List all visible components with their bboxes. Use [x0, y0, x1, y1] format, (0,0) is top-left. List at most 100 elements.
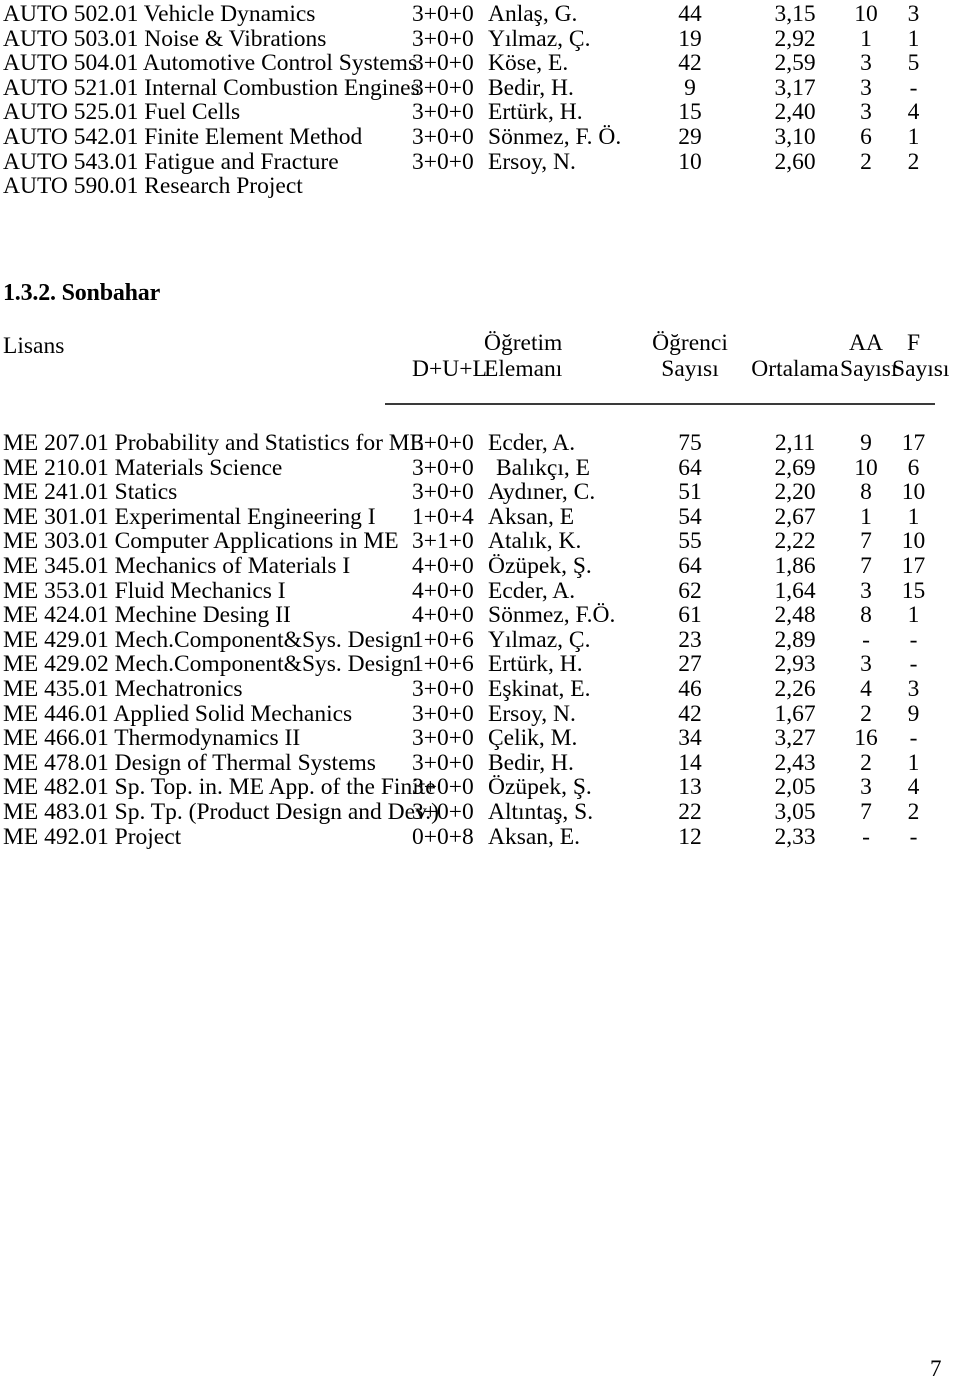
undergraduate-grade-average: 1,67 — [774, 700, 816, 727]
undergraduate-instructor-name: Ecder, A. — [488, 430, 576, 456]
undergraduate-dul-hours: 3+0+0 — [412, 798, 474, 825]
undergraduate-grade-average: 2,11 — [774, 430, 816, 456]
graduate-grade-average: 2,92 — [774, 25, 816, 52]
header-cell-code-line2 — [0, 356, 412, 382]
undergraduate-grade-average: 2,69 — [774, 454, 816, 481]
undergraduate-f-count: 2 — [907, 798, 920, 825]
undergraduate-instructor-name: Sönmez, F.Ö. — [488, 602, 616, 629]
undergraduate-dul-hours: 4+0+0 — [412, 602, 474, 629]
header-cell-average-line1 — [750, 330, 840, 356]
graduate-instructor-name: Yılmaz, Ç. — [488, 25, 591, 52]
undergraduate-instructor-name: Ersoy, N. — [488, 700, 576, 727]
graduate-table-body: AUTO 502.01 Vehicle Dynamics 3+0+0 Anlaş, … — [0, 2, 935, 199]
header-cell-students-line1: Öğrenci — [652, 330, 728, 356]
table-row: ME 345.01 Mechanics of Materials I 4+0+0 Ö… — [0, 554, 935, 579]
undergraduate-aa-count: 1 — [860, 503, 872, 530]
undergraduate-student-count: 42 — [678, 700, 702, 727]
undergraduate-f-count: 1 — [907, 602, 920, 629]
table-row: ME 466.01 Thermodynamics II 3+0+0 Çelik, M… — [0, 726, 935, 751]
page-number: 7 — [930, 1356, 942, 1381]
table-row: ME 301.01 Experimental Engineering I 1+0+… — [0, 505, 935, 530]
graduate-f-count: 3 — [907, 1, 920, 27]
undergraduate-grade-average: 3,27 — [774, 725, 816, 752]
undergraduate-course-table-container: ME 207.01 Probability and Statistics for… — [0, 431, 935, 849]
graduate-f-count: 5 — [907, 50, 920, 77]
undergraduate-code: ME 466.01 Thermodynamics II — [3, 725, 301, 752]
undergraduate-student-count: 54 — [678, 503, 702, 530]
undergraduate-f-count: 4 — [907, 774, 920, 801]
table-row: AUTO 521.01 Internal Combustion Engines 3… — [0, 76, 935, 101]
header-cell-students-line2: Sayısı — [661, 356, 719, 382]
undergraduate-grade-average: 2,26 — [774, 675, 816, 702]
undergraduate-dul-hours: 3+0+0 — [412, 700, 474, 727]
undergraduate-code: ME 435.01 Mechatronics — [3, 675, 243, 702]
undergraduate-table-body: ME 207.01 Probability and Statistics for… — [0, 431, 935, 849]
table-row: AUTO 543.01 Fatigue and Fracture 3+0+0 Ers… — [0, 148, 935, 175]
graduate-student-count: 9 — [684, 74, 696, 101]
undergraduate-f-count: 10 — [901, 528, 926, 555]
undergraduate-f-count: 1 — [907, 749, 920, 776]
undergraduate-dul-hours: 4+0+0 — [412, 552, 474, 579]
graduate-dul-hours: 3+0+0 — [412, 74, 474, 101]
undergraduate-dul-hours: 4+0+0 — [412, 577, 474, 604]
graduate-f-count: 1 — [907, 123, 920, 150]
undergraduate-f-count: 17 — [901, 430, 926, 456]
table-row: ME 446.01 Applied Solid Mechanics 3+0+0 Er… — [0, 700, 935, 727]
graduate-f-count: 4 — [907, 99, 920, 126]
undergraduate-f-count: - — [909, 651, 918, 678]
graduate-student-count — [630, 174, 750, 199]
graduate-dul-hours: 3+0+0 — [412, 25, 474, 52]
table-row: ME 353.01 Fluid Mechanics I 4+0+0 Ecder, A… — [0, 577, 935, 604]
undergraduate-student-count: 61 — [678, 602, 702, 629]
undergraduate-grade-average: 2,22 — [774, 528, 816, 555]
graduate-aa-count: 1 — [860, 25, 872, 52]
graduate-code: AUTO 525.01 Fuel Cells — [3, 99, 241, 126]
undergraduate-f-count: - — [909, 725, 918, 752]
undergraduate-aa-count: 3 — [860, 577, 872, 604]
graduate-code: AUTO 521.01 Internal Combustion Engines — [3, 74, 420, 101]
header-cell-f-line2: Sayısı — [892, 356, 950, 382]
undergraduate-f-count: 15 — [901, 577, 926, 604]
table-row: AUTO 503.01 Noise & Vibrations 3+0+0 Yılma… — [0, 25, 935, 52]
graduate-dul-hours: 3+0+0 — [412, 50, 474, 77]
header-cell-dul-line2: D+U+L — [412, 356, 487, 382]
undergraduate-code: ME 483.01 Sp. Tp. (Product Design and De… — [3, 798, 440, 825]
graduate-code: AUTO 542.01 Finite Element Method — [3, 123, 363, 150]
graduate-student-count: 19 — [678, 25, 702, 52]
undergraduate-aa-count: 7 — [860, 552, 872, 579]
graduate-aa-count: 6 — [860, 123, 872, 150]
undergraduate-instructor-name: Ecder, A. — [488, 577, 576, 604]
graduate-code: AUTO 543.01 Fatigue and Fracture — [3, 148, 339, 175]
undergraduate-aa-count: 3 — [860, 651, 872, 678]
header-cell-dul-line1 — [412, 330, 484, 356]
undergraduate-aa-count: 10 — [854, 454, 878, 481]
undergraduate-aa-count: 2 — [860, 749, 872, 776]
table-row: ME 492.01 Project 0+0+8 Aksan, E. 12 2,33 - - — [0, 824, 935, 850]
undergraduate-instructor-name: Altıntaş, S. — [488, 798, 594, 825]
undergraduate-aa-count: 16 — [854, 725, 878, 752]
header-cell-code-line1 — [0, 330, 412, 356]
undergraduate-code: ME 207.01 Probability and Statistics for… — [3, 430, 425, 456]
table-row: ME 483.01 Sp. Tp. (Product Design and De… — [0, 800, 935, 825]
undergraduate-student-count: 27 — [678, 651, 702, 678]
undergraduate-aa-count: 3 — [860, 774, 872, 801]
graduate-instructor-name: Ertürk, H. — [488, 99, 583, 126]
undergraduate-dul-hours: 3+0+0 — [412, 725, 474, 752]
graduate-instructor-name: Köse, E. — [488, 50, 569, 77]
undergraduate-grade-average: 3,05 — [774, 798, 816, 825]
undergraduate-grade-average: 2,05 — [774, 774, 816, 801]
graduate-dul-hours: 3+0+0 — [412, 99, 474, 126]
graduate-aa-count: 3 — [860, 99, 872, 126]
graduate-grade-average: 3,10 — [774, 123, 816, 150]
undergraduate-instructor-name: Atalık, K. — [488, 528, 582, 555]
undergraduate-aa-count: 8 — [860, 479, 872, 506]
undergraduate-dul-hours: 3+0+0 — [412, 430, 474, 456]
undergraduate-dul-hours: 3+0+0 — [412, 454, 474, 481]
table-row: ME 478.01 Design of Thermal Systems 3+0+0… — [0, 751, 935, 776]
graduate-code: AUTO 504.01 Automotive Control Systems — [3, 50, 418, 77]
undergraduate-code: ME 241.01 Statics — [3, 479, 178, 506]
undergraduate-table-header-container: Öğretim Öğrenci AA F D+U+L Elemanı Sayıs… — [0, 330, 950, 382]
undergraduate-aa-count: 8 — [860, 602, 872, 629]
undergraduate-code: ME 210.01 Materials Science — [3, 454, 283, 481]
undergraduate-instructor-name: Ertürk, H. — [488, 651, 583, 678]
